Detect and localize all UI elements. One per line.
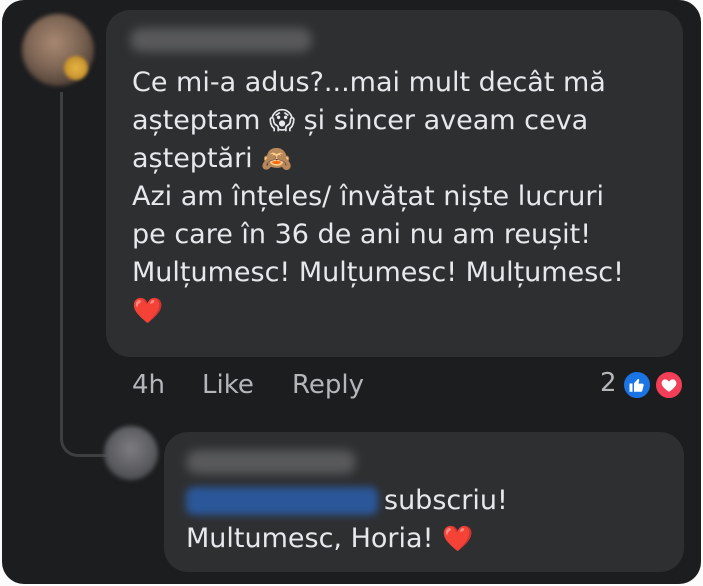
comment-line-1: Ce mi-a adus?...mai mult decât mă <box>132 67 606 98</box>
comment-text: Ce mi-a adus?...mai mult decât mă aștept… <box>132 64 672 330</box>
reaction-count[interactable]: 2 <box>600 363 617 403</box>
heart-emoji-icon: ❤️ <box>132 296 164 325</box>
heart-emoji-icon: ❤️ <box>441 524 474 553</box>
comment-line-2b: și sincer aveam ceva <box>295 105 589 136</box>
comment-line-4: Azi am înțeles/ învățat niște lucruri <box>132 181 604 212</box>
comment-line-3: așteptări <box>132 143 262 174</box>
comment-line-6: Mulțumesc! Mulțumesc! Mulțumesc! <box>132 257 624 288</box>
reply-line-2: Multumesc, Horia! <box>186 523 442 554</box>
comment-line-5: pe care în 36 de ani nu am reușit! <box>132 219 592 250</box>
avatar-badge-icon <box>64 56 88 80</box>
reply-button[interactable]: Reply <box>292 365 364 405</box>
see-no-evil-emoji-icon: 🙈 <box>261 144 293 173</box>
commenter-name-redacted[interactable] <box>130 28 312 52</box>
replier-name-redacted[interactable] <box>186 450 356 474</box>
heart-icon[interactable] <box>654 370 684 400</box>
comment-line-2a: așteptam <box>132 105 269 136</box>
reply-text: subscriu! Multumesc, Horia! ❤️ <box>186 482 666 558</box>
comment-timestamp[interactable]: 4h <box>132 365 165 405</box>
thread-connector <box>60 92 107 457</box>
comment-thread-panel: Ce mi-a adus?...mai mult decât mă aștept… <box>2 0 701 584</box>
reply-line-1: subscriu! <box>384 485 508 516</box>
like-button[interactable]: Like <box>202 365 254 405</box>
thumbs-up-icon[interactable] <box>622 370 652 400</box>
replier-avatar[interactable] <box>104 426 158 480</box>
scream-emoji-icon: 😱 <box>268 106 296 135</box>
